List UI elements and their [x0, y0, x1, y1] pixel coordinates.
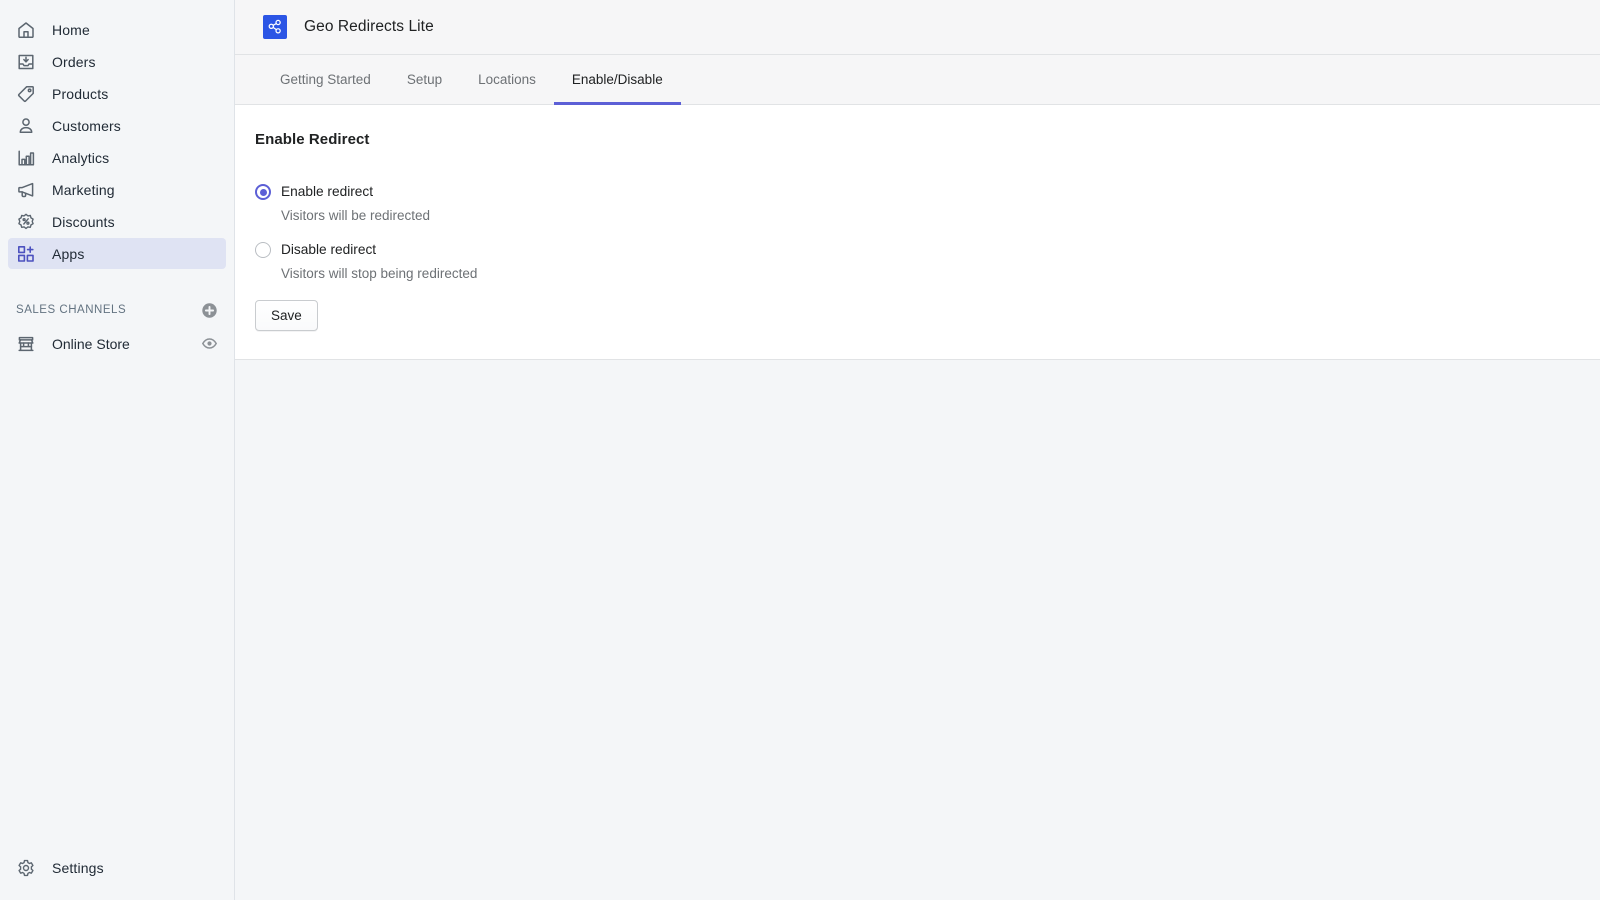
- sidebar-item-analytics[interactable]: Analytics: [8, 142, 226, 173]
- tab-enable-disable[interactable]: Enable/Disable: [553, 56, 681, 105]
- tab-label: Setup: [406, 71, 443, 87]
- page-empty-area: [235, 360, 1600, 900]
- sidebar-item-products[interactable]: Products: [8, 78, 226, 109]
- sidebar-item-customers[interactable]: Customers: [8, 110, 226, 141]
- sidebar-item-marketing[interactable]: Marketing: [8, 174, 226, 205]
- sidebar-item-label: Discounts: [52, 213, 115, 230]
- enable-redirect-card: Enable Redirect Enable redirect Visitors…: [235, 105, 1600, 361]
- sidebar-item-discounts[interactable]: Discounts: [8, 206, 226, 237]
- sidebar-item-label: Apps: [52, 245, 85, 262]
- sales-channels-title: SALES CHANNELS: [16, 304, 127, 316]
- sidebar-item-label: Orders: [52, 53, 96, 70]
- save-button[interactable]: Save: [255, 300, 318, 332]
- apps-icon: [16, 244, 36, 264]
- radio-row-disable-redirect[interactable]: Disable redirect: [255, 242, 1600, 259]
- products-icon: [16, 84, 36, 104]
- sidebar-item-label: Analytics: [52, 149, 110, 166]
- sidebar-item-label: Products: [52, 85, 109, 102]
- radio-label-enable-redirect: Enable redirect: [281, 184, 374, 200]
- eye-icon[interactable]: [200, 335, 218, 353]
- sidebar-item-label: Settings: [52, 859, 104, 876]
- share-nodes-icon: [263, 15, 287, 39]
- home-icon: [16, 20, 36, 40]
- main-area: Geo Redirects Lite Getting Started Setup…: [235, 0, 1600, 900]
- radio-help-enable-redirect: Visitors will be redirected: [281, 208, 431, 223]
- customers-icon: [16, 116, 36, 136]
- tab-getting-started[interactable]: Getting Started: [262, 56, 389, 105]
- app-shell: Home Orders Products Customers Analytics…: [0, 0, 1600, 900]
- discounts-icon: [16, 212, 36, 232]
- sidebar-primary-nav: Home Orders Products Customers Analytics…: [0, 0, 234, 270]
- tab-locations[interactable]: Locations: [460, 56, 554, 105]
- plus-circle-icon[interactable]: [200, 301, 218, 319]
- sidebar-footer: Settings: [0, 852, 234, 884]
- storefront-icon: [16, 334, 36, 354]
- page-title: Geo Redirects Lite: [304, 18, 434, 35]
- tab-setup[interactable]: Setup: [389, 56, 460, 105]
- sidebar-channel-label: Online Store: [52, 335, 130, 352]
- gear-icon: [16, 858, 36, 878]
- sidebar-item-apps[interactable]: Apps: [8, 238, 226, 269]
- app-header: Geo Redirects Lite: [235, 0, 1600, 55]
- sidebar-item-label: Customers: [52, 117, 121, 134]
- sidebar-item-settings[interactable]: Settings: [8, 852, 226, 883]
- radio-label-disable-redirect: Disable redirect: [281, 242, 377, 258]
- tab-label: Getting Started: [280, 71, 371, 87]
- radio-help-disable-redirect: Visitors will stop being redirected: [281, 266, 478, 282]
- sales-channels-section-header: SALES CHANNELS: [8, 298, 226, 322]
- sidebar-channel-online-store[interactable]: Online Store: [8, 328, 226, 359]
- analytics-icon: [16, 148, 36, 168]
- sidebar-item-home[interactable]: Home: [8, 14, 226, 45]
- card-title: Enable Redirect: [255, 131, 370, 148]
- sidebar: Home Orders Products Customers Analytics…: [0, 0, 235, 900]
- tab-label: Locations: [478, 71, 536, 87]
- radio-enable-redirect[interactable]: [255, 184, 271, 200]
- tab-label: Enable/Disable: [571, 71, 663, 87]
- option-disable-redirect: Disable redirect Visitors will stop bein…: [255, 242, 1600, 282]
- radio-row-enable-redirect[interactable]: Enable redirect: [255, 184, 1600, 200]
- radio-disable-redirect[interactable]: [255, 242, 271, 259]
- orders-icon: [16, 52, 36, 72]
- sidebar-item-orders[interactable]: Orders: [8, 46, 226, 77]
- sidebar-item-label: Marketing: [52, 181, 115, 198]
- tabbar: Getting Started Setup Locations Enable/D…: [235, 55, 1600, 105]
- marketing-icon: [16, 180, 36, 200]
- sidebar-item-label: Home: [52, 21, 90, 38]
- option-enable-redirect: Enable redirect Visitors will be redirec…: [255, 184, 1600, 224]
